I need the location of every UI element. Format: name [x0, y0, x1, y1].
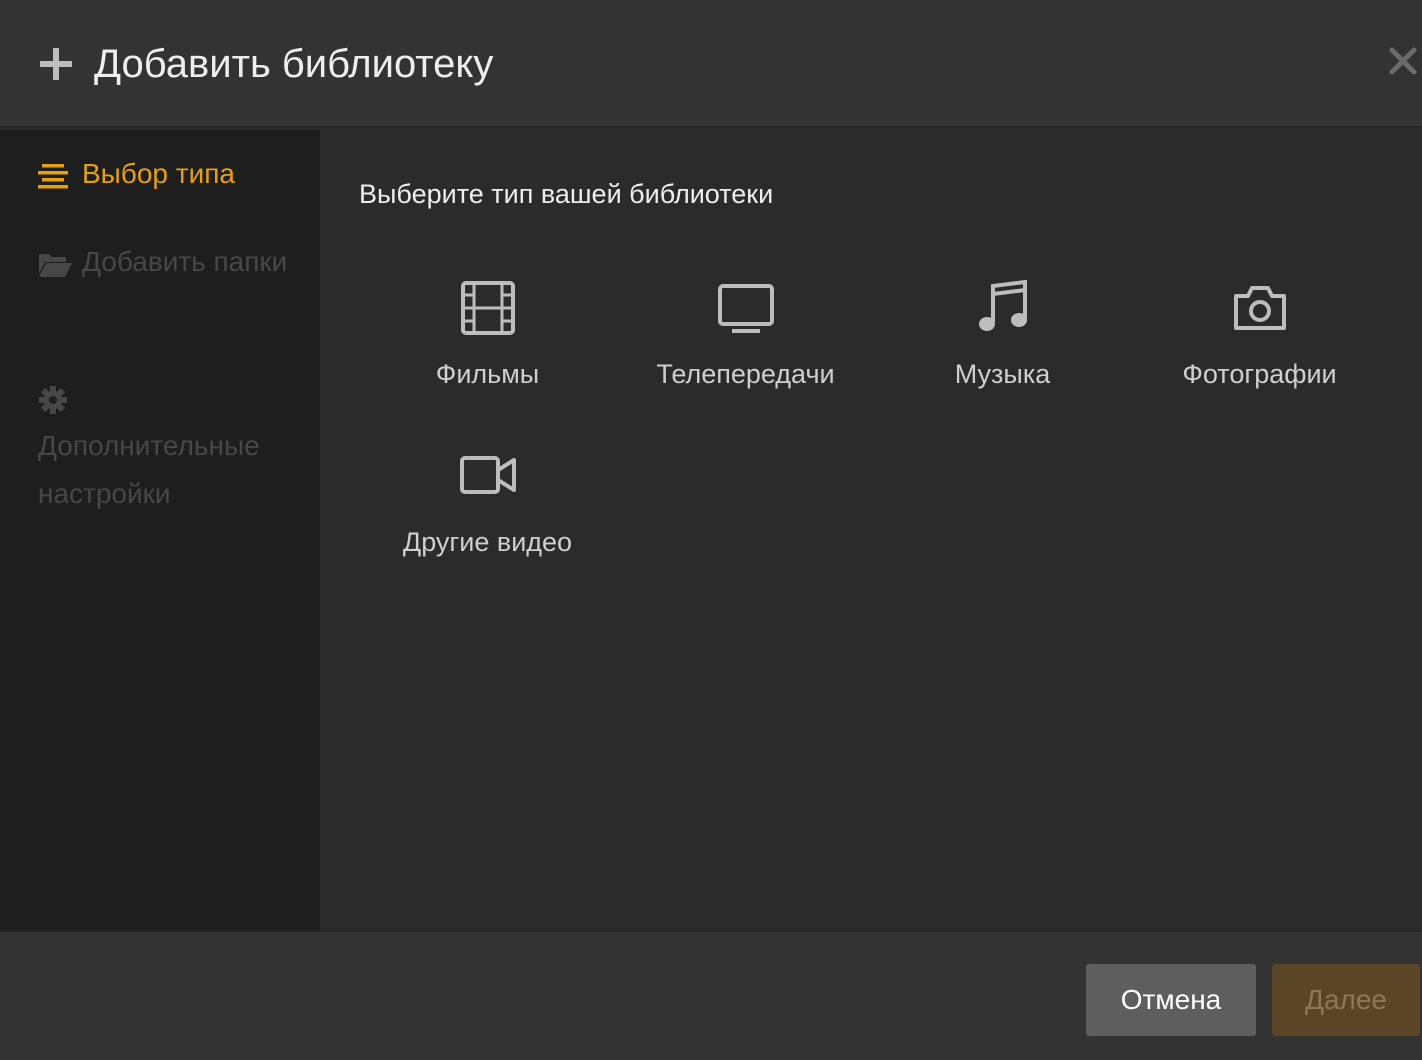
type-label: Музыка: [954, 359, 1051, 389]
step-label: Выбор типа: [82, 158, 235, 189]
step-add-folders: Добавить папки: [38, 238, 308, 286]
cancel-button[interactable]: Отмена: [1086, 964, 1256, 1036]
folder-open-icon: [39, 253, 72, 277]
type-movies[interactable]: Фильмы: [359, 280, 616, 430]
library-type-panel: Выберите тип вашей библиотеки Фильмы Тел…: [320, 130, 1422, 930]
add-library-dialog: Добавить библиотеку Выбор типа Добавить …: [0, 0, 1422, 1060]
plus-icon: [40, 48, 72, 80]
step-select-type[interactable]: Выбор типа: [38, 150, 308, 198]
tv-icon: [717, 284, 774, 333]
type-music[interactable]: Музыка: [874, 280, 1131, 430]
list-icon: [38, 163, 68, 189]
type-label: Другие видео: [402, 527, 573, 557]
music-note-icon: [978, 280, 1027, 331]
type-photos[interactable]: Фотографии: [1131, 280, 1388, 430]
type-other-videos[interactable]: Другие видео: [359, 448, 616, 598]
step-label: Добавить папки: [82, 246, 288, 277]
dialog-header: Добавить библиотеку: [0, 0, 1422, 128]
type-tv-shows[interactable]: Телепередачи: [617, 280, 874, 430]
film-icon: [460, 281, 515, 335]
video-camera-icon: [459, 456, 516, 494]
gear-icon: [39, 386, 67, 414]
type-label: Фотографии: [1182, 359, 1337, 389]
next-button[interactable]: Далее: [1272, 964, 1420, 1036]
step-label: Дополнительные настройки: [38, 430, 260, 509]
dialog-footer: Отмена Далее: [0, 930, 1422, 1060]
close-icon[interactable]: [1388, 46, 1418, 76]
camera-icon: [1233, 286, 1286, 330]
panel-heading: Выберите тип вашей библиотеки: [359, 179, 774, 209]
type-label: Фильмы: [435, 359, 540, 389]
step-advanced-settings: Дополнительные настройки: [38, 374, 308, 518]
wizard-steps-sidebar: Выбор типа Добавить папки Дополнительные…: [0, 130, 320, 930]
dialog-title: Добавить библиотеку: [94, 42, 494, 86]
type-label: Телепередачи: [656, 359, 835, 389]
